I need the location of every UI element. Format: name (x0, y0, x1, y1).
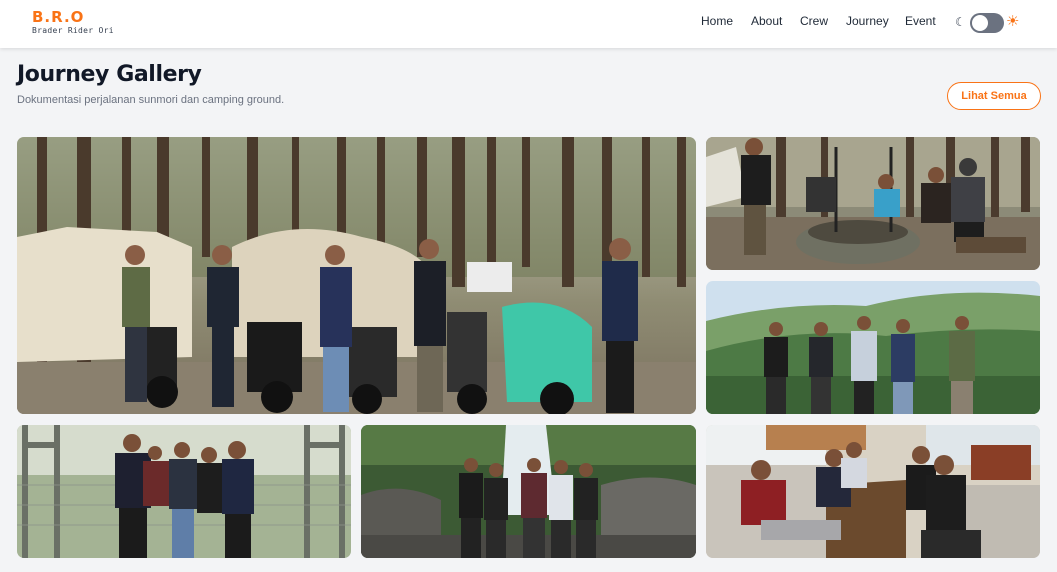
nav-item-home[interactable]: Home (701, 14, 733, 28)
gallery-photo-6[interactable] (706, 425, 1040, 558)
theme-toggle[interactable]: ☾ ☀ (955, 12, 1023, 34)
photo-mountain-group (706, 281, 1040, 414)
page-subtitle: Dokumentasi perjalanan sunmori dan campi… (17, 94, 285, 106)
switch-knob (972, 15, 988, 31)
gallery-photo-3[interactable] (706, 281, 1040, 414)
brand-logo[interactable]: B.R.O Brader Rider Ori (32, 8, 114, 36)
gallery-photo-4[interactable] (17, 425, 351, 558)
photo-cafe (706, 425, 1040, 558)
brand-title: B.R.O (32, 8, 85, 26)
gallery-photo-1[interactable] (17, 137, 696, 414)
photo-waterfall (361, 425, 696, 558)
photo-campfire (706, 137, 1040, 270)
sun-icon: ☀ (1006, 13, 1020, 30)
nav-item-crew[interactable]: Crew (800, 14, 828, 28)
see-all-button[interactable]: Lihat Semua (947, 82, 1041, 110)
photo-forest-camp (17, 137, 696, 414)
nav-item-event[interactable]: Event (905, 14, 936, 28)
nav-item-about[interactable]: About (751, 14, 782, 28)
navbar: B.R.O Brader Rider Ori Home About Crew J… (0, 0, 1057, 48)
gallery-photo-5[interactable] (361, 425, 696, 558)
gallery-photo-2[interactable] (706, 137, 1040, 270)
brand-subtitle: Brader Rider Ori (32, 26, 114, 35)
page-title: Journey Gallery (17, 62, 202, 87)
theme-switch[interactable] (970, 13, 1004, 33)
nav-item-journey[interactable]: Journey (846, 14, 889, 28)
moon-icon: ☾ (955, 15, 966, 29)
photo-bridge (17, 425, 351, 558)
